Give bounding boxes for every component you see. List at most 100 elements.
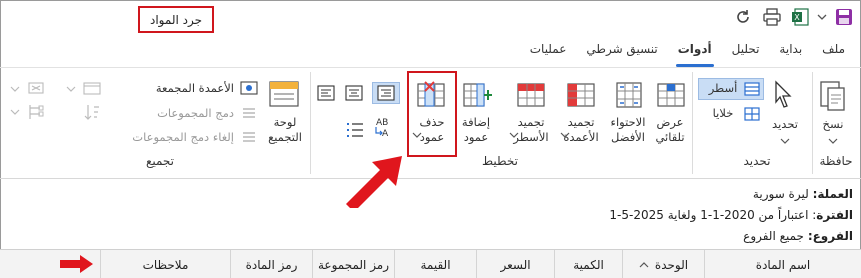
tree-icon[interactable] [26, 103, 46, 124]
merge-groups-icon[interactable] [239, 105, 259, 124]
grouping-group-label-text: تجميع [145, 154, 175, 168]
column-header-notes[interactable]: ملاحظات [100, 250, 230, 278]
sort-icon[interactable] [82, 103, 102, 124]
tab-file[interactable]: ملف [812, 38, 855, 64]
currency-label: العملة: [812, 187, 853, 201]
column-header-unit[interactable]: الوحدة [622, 250, 704, 278]
grouped-columns-label-text: الأعمدة المجمعة [155, 81, 234, 95]
grouping-panel-label-line2: التجميع [268, 130, 302, 144]
save-icon[interactable] [834, 6, 854, 28]
column-header-notes-text: ملاحظات [142, 257, 189, 272]
rows-icon [744, 81, 760, 100]
print-icon[interactable] [761, 6, 783, 28]
freeze-columns-label-line1: تجميد [567, 115, 595, 129]
title-bar: جرد المواد X [0, 0, 861, 36]
branch-info: الفروع: جميع الفروع [743, 229, 853, 243]
tab-analysis-label: تحليل [731, 42, 760, 56]
unmerge-groups-label: إلغاء دمج المجموعات [110, 130, 234, 145]
branch-value: جميع الفروع [743, 229, 804, 243]
calendar-icon[interactable] [82, 80, 102, 99]
currency-info: العملة: ليرة سورية [753, 187, 853, 201]
tab-conditional-format-label: تنسيق شرطي [586, 42, 658, 56]
tab-conditional-format[interactable]: تنسيق شرطي [576, 38, 667, 64]
chevron-down-icon[interactable] [815, 6, 829, 28]
chevron-down-icon[interactable] [828, 134, 838, 148]
grouping-panel-label: لوحة التجميع [264, 115, 306, 145]
auto-fit-label-line2: تلقائي [655, 130, 685, 144]
column-header-value[interactable]: القيمة [394, 250, 476, 278]
rows-label: أسطر [704, 81, 742, 96]
align-right-button[interactable] [372, 82, 400, 104]
column-header-value-text: القيمة [420, 257, 451, 272]
grouping-group-label: تجميع [130, 154, 190, 168]
chevron-down-icon[interactable] [560, 128, 570, 142]
chevron-down-icon[interactable] [10, 82, 20, 96]
delete-column-highlight [407, 71, 457, 157]
merge-groups-label: دمج المجموعات [130, 106, 234, 121]
chevron-down-icon[interactable] [10, 105, 20, 119]
column-header-item-name[interactable]: اسم المادة [704, 250, 861, 278]
auto-fit-label: عرض تلقائي [650, 115, 690, 145]
merge-groups-label-text: دمج المجموعات [157, 106, 234, 120]
excel-export-icon[interactable]: X [789, 6, 811, 28]
window-title-text: جرد المواد [150, 12, 203, 27]
column-header-quantity[interactable]: الكمية [554, 250, 622, 278]
align-left-icon[interactable] [316, 84, 338, 105]
grouping-panel-icon[interactable] [268, 80, 300, 111]
add-column-label: إضافة عمود [456, 115, 496, 145]
column-header-quantity-text: الكمية [573, 257, 604, 272]
freeze-columns-icon[interactable] [566, 80, 596, 113]
column-header-group-code[interactable]: رمز المجموعة [312, 250, 394, 278]
clipboard-group-label-text: حافظة [819, 154, 853, 168]
column-header-price-text: السعر [500, 257, 531, 272]
tab-operations-label: عمليات [529, 42, 567, 56]
ribbon-separator [692, 72, 693, 174]
unmerge-groups-label-text: إلغاء دمج المجموعات [132, 130, 234, 144]
sort-ascending-icon[interactable] [639, 261, 649, 269]
best-fit-label-line1: الاحتواء [610, 115, 646, 129]
chevron-down-icon[interactable] [780, 134, 790, 148]
grouped-columns-label: الأعمدة المجمعة [130, 81, 234, 96]
unmerge-groups-icon[interactable] [239, 129, 259, 148]
tab-tools[interactable]: أدوات [668, 38, 722, 67]
best-fit-icon[interactable] [614, 80, 644, 113]
chevron-down-icon[interactable] [66, 82, 76, 96]
layout-group-label-text: تخطيط [482, 154, 518, 168]
grid-header: اسم المادة الوحدة الكمية السعر القيمة رم… [0, 249, 861, 278]
select-label: تحديد [768, 117, 802, 132]
cells-label: خلايا [704, 106, 742, 121]
best-fit-label: الاحتواء الأفضل [604, 115, 652, 145]
select-label-text: تحديد [772, 117, 798, 131]
annotation-arrow-icon [340, 150, 408, 212]
tab-operations[interactable]: عمليات [520, 38, 577, 64]
cells-label-text: خلايا [712, 106, 734, 120]
paste-button[interactable] [818, 78, 848, 115]
add-column-label-line2: عمود [463, 130, 489, 144]
window-title: جرد المواد [138, 6, 214, 33]
tab-home-label: بداية [779, 42, 803, 56]
column-header-unit-text: الوحدة [654, 257, 689, 272]
annotation-arrow-right-icon [58, 254, 94, 277]
selection-group-label: تحديد [722, 154, 792, 168]
refresh-icon[interactable] [733, 6, 753, 28]
auto-fit-width-icon[interactable] [656, 80, 686, 113]
list-icon[interactable] [344, 120, 366, 143]
currency-value: ليرة سورية [752, 187, 809, 201]
period-value: : اعتباراً من 2020-1-1 ولغاية 2025-5-1 [609, 208, 817, 222]
paste-label-text: نسخ [822, 117, 844, 131]
period-label: الفترة [816, 208, 853, 222]
column-header-item-code[interactable]: رمز المادة [230, 250, 312, 278]
cursor-icon[interactable] [772, 80, 796, 113]
add-column-icon[interactable] [462, 80, 492, 113]
align-center-icon[interactable] [344, 84, 366, 105]
column-header-price[interactable]: السعر [476, 250, 554, 278]
tab-home[interactable]: بداية [769, 38, 812, 64]
grouped-columns-icon[interactable] [239, 80, 259, 99]
cells-icon[interactable] [744, 106, 760, 125]
tab-analysis[interactable]: تحليل [722, 38, 770, 64]
freeze-rows-icon[interactable] [516, 80, 546, 113]
filter-clear-icon[interactable] [26, 80, 46, 99]
column-header-item-name-text: اسم المادة [755, 257, 811, 272]
wrap-text-icon[interactable]: AB A [374, 118, 398, 142]
chevron-down-icon[interactable] [509, 128, 519, 142]
